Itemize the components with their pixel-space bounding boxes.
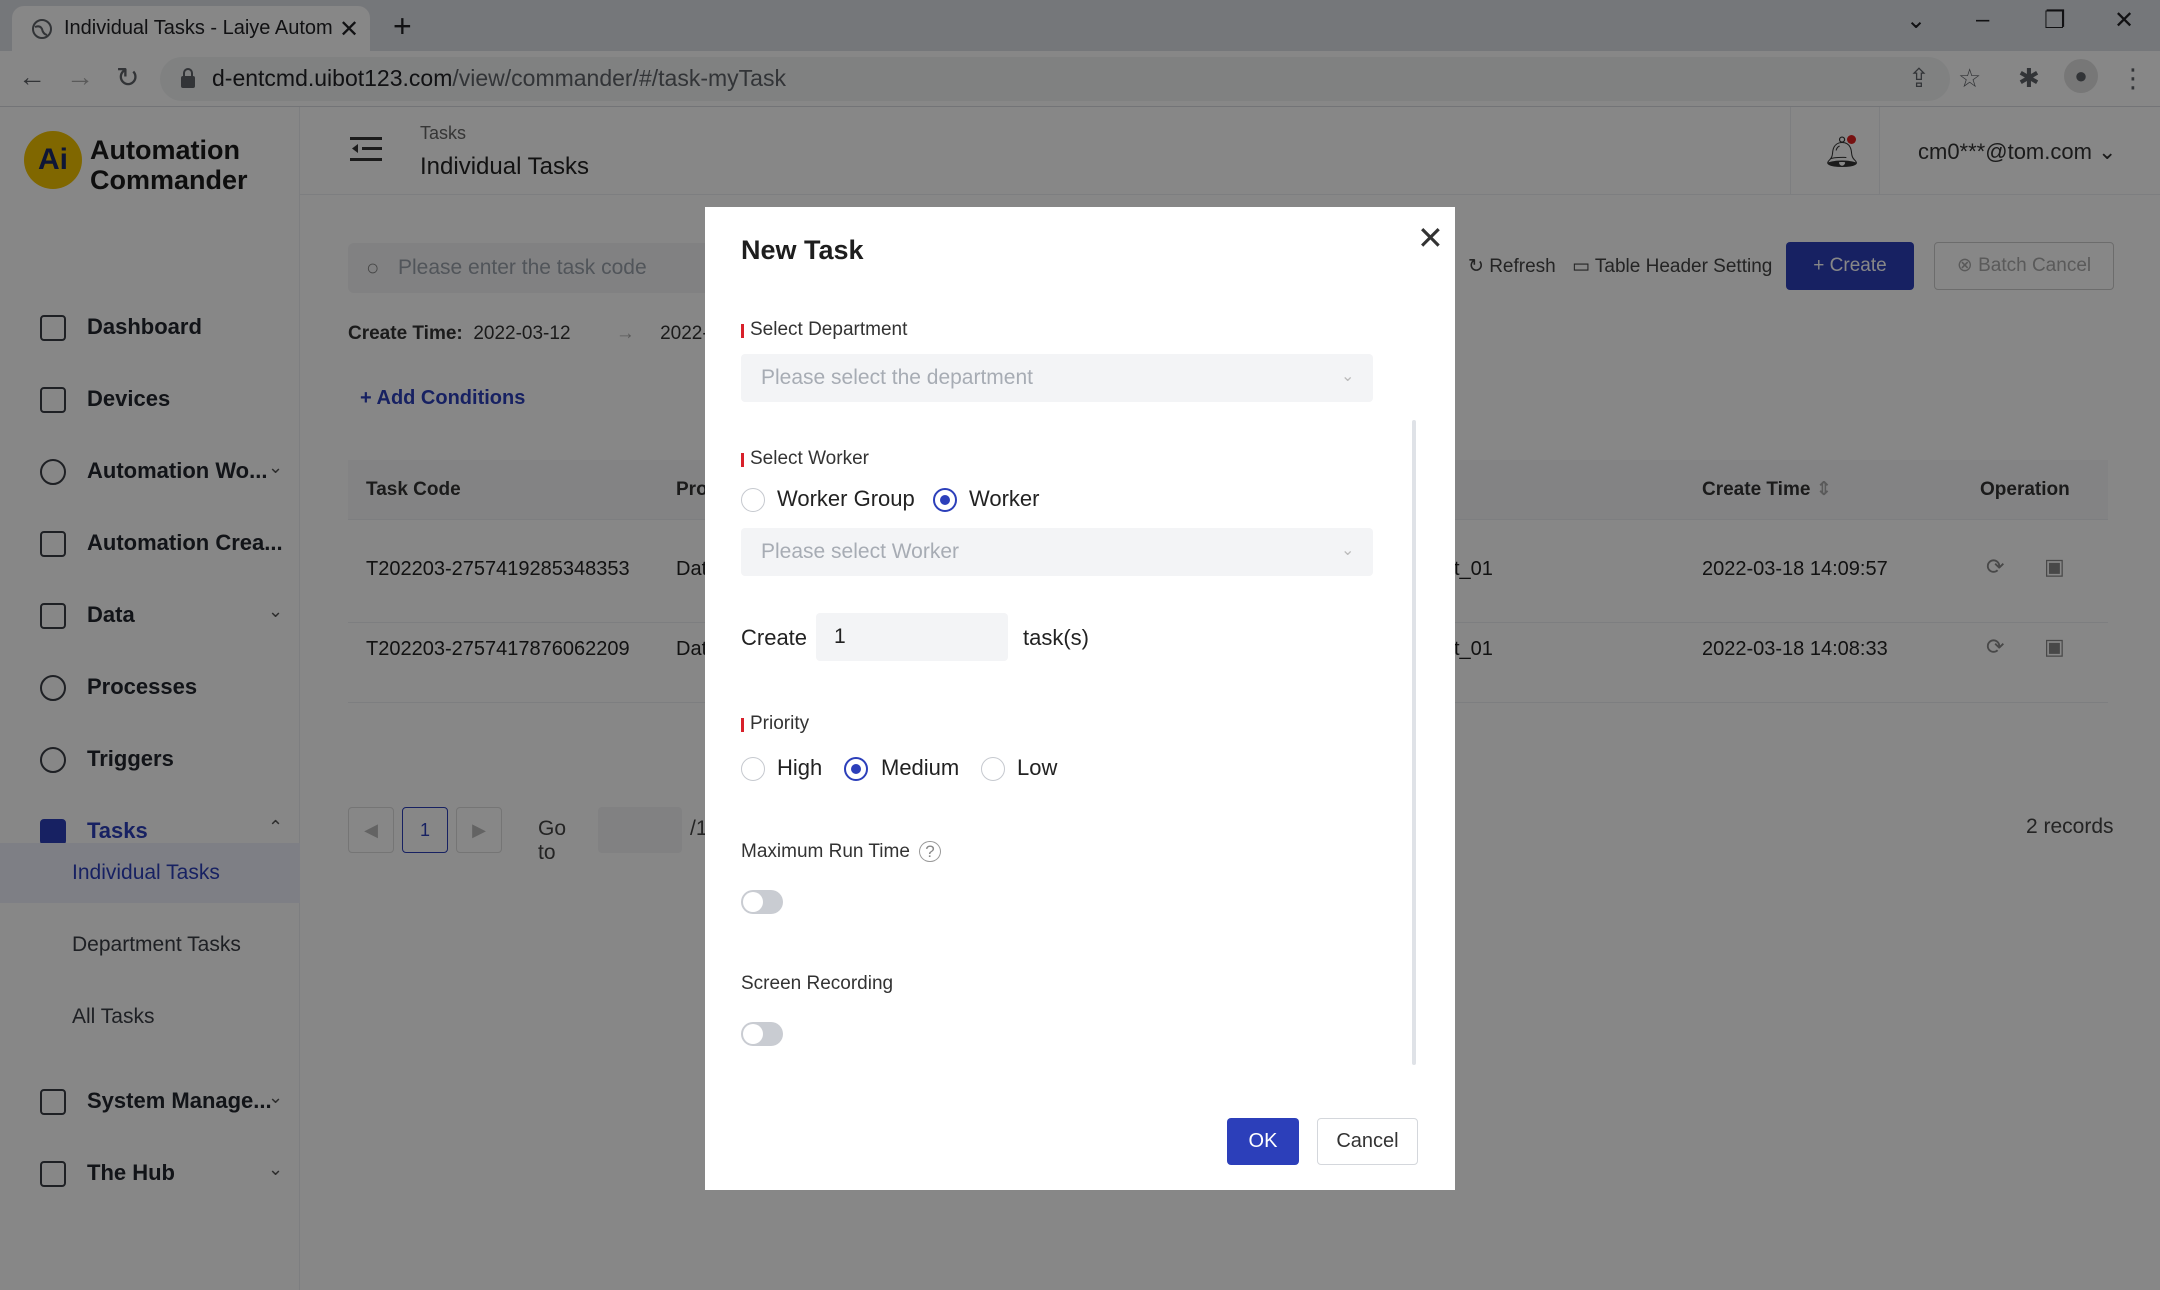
worker-group-label[interactable]: Worker Group [777,486,915,512]
close-icon[interactable]: ✕ [1417,219,1444,257]
task-count-value: 1 [834,625,846,648]
worker-group-radio[interactable] [741,488,765,512]
modal-title: New Task [741,235,864,265]
ok-button[interactable]: OK [1227,1118,1299,1165]
priority-low-label[interactable]: Low [1017,755,1057,781]
worker-radio[interactable] [933,488,957,512]
screen-recording-label: Screen Recording [741,973,894,994]
create-count-label: Create [741,625,808,650]
max-run-time-label: Maximum Run Time ? [741,841,941,863]
modal-scrollbar[interactable] [1412,420,1416,1065]
priority-high-radio[interactable] [741,757,765,781]
required-marker [741,453,744,467]
tasks-suffix: task(s) [1023,625,1089,650]
help-icon: ? [919,841,941,862]
chevron-down-icon: ⌄ [1341,542,1355,559]
new-task-modal: New Task ✕ Select Department Please sele… [705,207,1455,1190]
task-count-input[interactable]: 1 [816,613,1008,661]
max-run-time-toggle[interactable] [741,890,783,914]
screen-recording-toggle[interactable] [741,1022,783,1046]
department-select[interactable]: Please select the department ⌄ [741,354,1373,402]
worker-placeholder: Please select Worker [761,540,960,563]
priority-medium-label[interactable]: Medium [881,755,959,781]
worker-select[interactable]: Please select Worker ⌄ [741,528,1373,576]
department-label: Select Department [750,319,908,340]
priority-label: Priority [750,713,810,734]
cancel-button[interactable]: Cancel [1317,1118,1418,1165]
priority-high-label[interactable]: High [777,755,822,781]
worker-radio-label[interactable]: Worker [969,486,1040,512]
department-placeholder: Please select the department [761,366,1033,389]
priority-low-radio[interactable] [981,757,1005,781]
required-marker [741,718,744,732]
worker-label: Select Worker [750,448,869,469]
required-marker [741,324,744,338]
priority-medium-radio[interactable] [844,757,868,781]
chevron-down-icon: ⌄ [1341,368,1355,385]
